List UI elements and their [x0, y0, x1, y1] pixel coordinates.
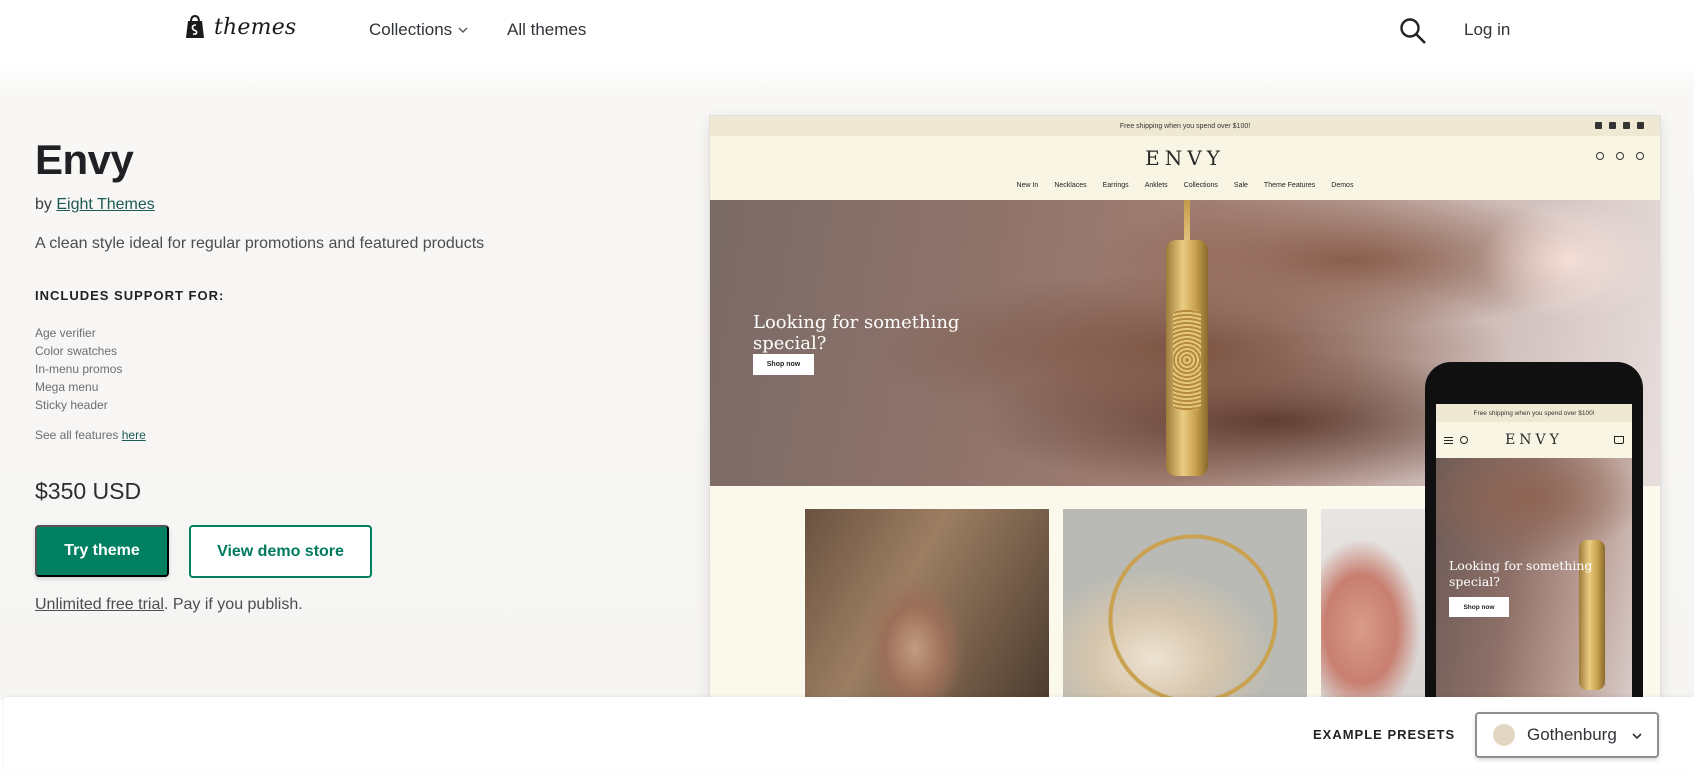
preset-select[interactable]: Gothenburg: [1475, 712, 1659, 758]
see-all-features-link[interactable]: here: [122, 428, 146, 442]
preview-account-icon: [1616, 152, 1624, 160]
preview-cart-icon: [1636, 152, 1644, 160]
support-heading: INCLUDES SUPPORT FOR:: [35, 288, 225, 303]
preview-hero-text: Looking for something special?: [753, 312, 960, 354]
preview-menu-item: Anklets: [1144, 182, 1168, 189]
trial-suffix: . Pay if you publish.: [163, 596, 303, 613]
presets-label: EXAMPLE PRESETS: [1313, 727, 1456, 742]
preview-menu-item: Necklaces: [1054, 182, 1087, 189]
nav-collections-dropdown[interactable]: Collections: [369, 20, 468, 40]
byline-prefix: by: [35, 196, 52, 213]
chevron-down-icon: [1632, 733, 1642, 740]
twitter-icon: [1609, 122, 1616, 129]
page-title: Envy: [35, 136, 134, 183]
preset-selected-value: Gothenburg: [1527, 725, 1617, 744]
see-all-text: See all features: [35, 428, 119, 442]
presets-bar: EXAMPLE PRESETS Gothenburg: [4, 697, 1694, 773]
preview-menu-item: Theme Features: [1263, 182, 1316, 189]
preview-menu-item: Demos: [1331, 182, 1354, 189]
top-nav: themes Collections All themes Log in: [0, 0, 1694, 62]
preview-menu: New In Necklaces Earrings Anklets Collec…: [710, 182, 1660, 189]
preview-store-logo: ENVY: [1145, 146, 1225, 170]
product-tile-image: [805, 509, 1049, 700]
mobile-header: ENVY: [1436, 422, 1632, 458]
shopify-themes-logo[interactable]: themes: [184, 14, 296, 40]
shopify-bag-icon: [186, 14, 204, 38]
mobile-store-logo: ENVY: [1505, 432, 1563, 448]
login-link[interactable]: Log in: [1464, 20, 1510, 40]
mobile-shop-now-button: Shop now: [1449, 597, 1509, 617]
feature-item: In-menu promos: [35, 362, 123, 376]
nav-collections-label: Collections: [369, 20, 453, 39]
preview-shipping-banner: Free shipping when you spend over $100!: [710, 116, 1660, 136]
preview-shop-now-button: Shop now: [753, 354, 814, 375]
product-tile-image: [1063, 509, 1307, 700]
feature-item: Sticky header: [35, 398, 108, 412]
preview-header-icons: [1596, 152, 1644, 160]
author-link[interactable]: Eight Themes: [56, 196, 154, 213]
instagram-icon: [1623, 122, 1630, 129]
preview-menu-item: Sale: [1233, 182, 1248, 189]
tiktok-icon: [1637, 122, 1644, 129]
preview-social-icons: [1595, 122, 1644, 129]
pendant-chain: [1184, 200, 1190, 244]
preview-menu-item: Collections: [1183, 182, 1218, 189]
theme-price: $350 USD: [35, 478, 142, 504]
chevron-down-icon: [458, 27, 468, 33]
mobile-shipping-banner: Free shipping when you spend over $100!: [1436, 404, 1632, 422]
view-demo-store-button[interactable]: View demo store: [189, 525, 372, 578]
search-icon[interactable]: [1399, 17, 1427, 45]
mobile-preview: Free shipping when you spend over $100! …: [1425, 362, 1643, 702]
trial-note: Unlimited free trial. Pay if you publish…: [35, 596, 303, 614]
pendant-image: [1166, 240, 1208, 476]
feature-item: Mega menu: [35, 380, 99, 394]
theme-byline: by Eight Themes: [35, 196, 155, 214]
preview-search-icon: [1596, 152, 1604, 160]
preview-header: ENVY New In Necklaces Earrings Anklets C…: [710, 136, 1660, 200]
mobile-cart-icon: [1614, 436, 1624, 444]
preview-menu-item: Earrings: [1102, 182, 1129, 189]
free-trial-link[interactable]: Unlimited free trial: [35, 596, 164, 613]
try-theme-button[interactable]: Try theme: [35, 525, 169, 577]
facebook-icon: [1595, 122, 1602, 129]
theme-tagline: A clean style ideal for regular promotio…: [35, 235, 485, 252]
mobile-hero-image: Looking for something special? Shop now: [1436, 458, 1632, 702]
feature-list: Age verifier Color swatches In-menu prom…: [35, 324, 122, 414]
nav-all-themes[interactable]: All themes: [507, 20, 586, 40]
mobile-screen: Free shipping when you spend over $100! …: [1436, 404, 1632, 702]
brand-label: themes: [214, 14, 297, 40]
preset-color-swatch: [1493, 724, 1515, 746]
feature-item: Color swatches: [35, 344, 118, 358]
mobile-hero-text: Looking for something special?: [1449, 558, 1593, 589]
preview-menu-item: New In: [1016, 182, 1039, 189]
feature-item: Age verifier: [35, 326, 96, 340]
see-all-features: See all features here: [35, 428, 146, 442]
